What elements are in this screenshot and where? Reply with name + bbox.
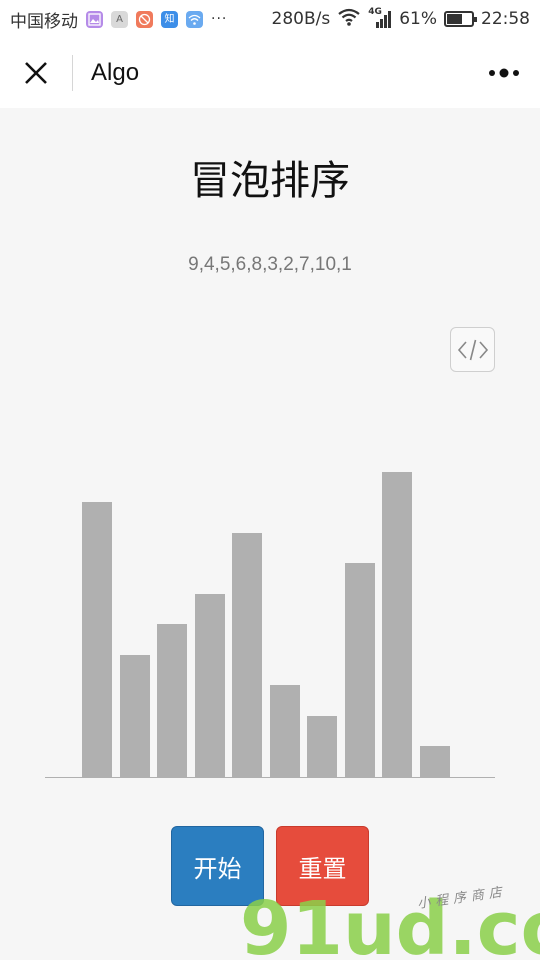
nav-divider bbox=[72, 55, 73, 91]
network-speed: 280B/s bbox=[271, 9, 331, 29]
close-button[interactable] bbox=[0, 38, 72, 108]
nav-bar: Algo bbox=[0, 38, 540, 108]
chart-bar bbox=[119, 654, 150, 777]
view-code-button[interactable] bbox=[450, 327, 495, 372]
start-button[interactable]: 开始 bbox=[171, 826, 264, 906]
wifi-app-icon bbox=[186, 10, 203, 28]
chart-bar bbox=[269, 685, 300, 777]
clock: 22:58 bbox=[481, 9, 530, 29]
chart-bar bbox=[382, 471, 412, 777]
carrier-name: 中国移动 bbox=[10, 11, 78, 32]
battery-percent: 61% bbox=[399, 9, 437, 29]
status-bar: 中国移动 A 知 ··· 280B/s 4G 61% 22:58 bbox=[0, 0, 540, 38]
no-signal-app-icon bbox=[136, 10, 153, 28]
page-title: 冒泡排序 bbox=[190, 158, 350, 204]
chart-bar bbox=[232, 532, 262, 777]
more-options-button[interactable] bbox=[468, 38, 540, 108]
chart-bar bbox=[82, 502, 112, 777]
battery-level bbox=[447, 14, 462, 24]
zhihu-icon: 知 bbox=[161, 10, 178, 28]
sequence-text: 9,4,5,6,8,3,2,7,10,1 bbox=[188, 254, 352, 275]
bar-chart bbox=[45, 440, 495, 778]
chart-bar bbox=[419, 746, 450, 777]
cell-signal-icon: 4G bbox=[368, 7, 392, 28]
status-right: 280B/s 4G 61% 22:58 bbox=[271, 7, 531, 31]
gallery-icon bbox=[86, 10, 103, 28]
watermark-subtext: 小程序商店 bbox=[416, 885, 507, 912]
chart-baseline bbox=[45, 777, 495, 778]
nav-title: Algo bbox=[91, 59, 140, 86]
more-dots-icon bbox=[489, 68, 519, 78]
chart-bar bbox=[157, 624, 187, 777]
chart-bar bbox=[344, 563, 375, 777]
code-icon bbox=[457, 339, 488, 360]
text-icon: A bbox=[111, 10, 128, 28]
chart-bar bbox=[194, 593, 225, 777]
status-left: 中国移动 A 知 ··· bbox=[10, 7, 227, 32]
more-notifications-icon: ··· bbox=[211, 11, 228, 27]
battery-icon bbox=[444, 11, 477, 27]
close-icon bbox=[25, 62, 47, 84]
wifi-icon bbox=[337, 8, 361, 31]
chart-bar bbox=[307, 715, 337, 777]
reset-button[interactable]: 重置 bbox=[276, 826, 369, 906]
